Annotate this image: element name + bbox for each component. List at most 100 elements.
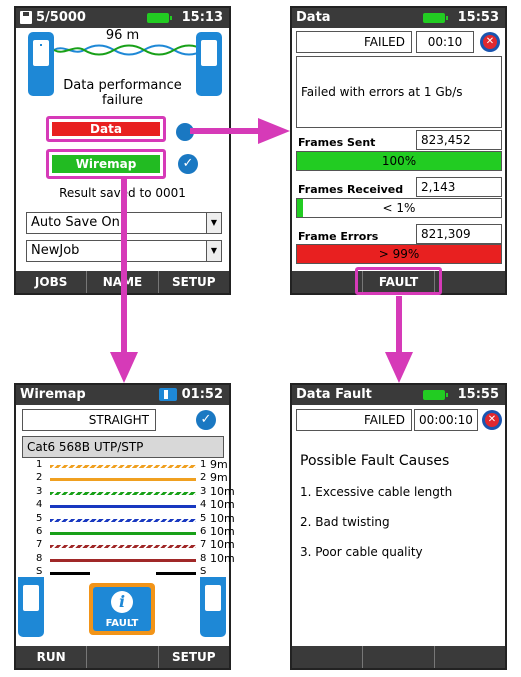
frames-sent-number: 823,452 bbox=[421, 133, 471, 147]
save-icon bbox=[20, 11, 32, 24]
wire-left-pin: 8 bbox=[36, 552, 43, 564]
remote-device-icon bbox=[200, 577, 226, 637]
empty-softkey bbox=[362, 646, 433, 668]
wire-line bbox=[50, 532, 196, 535]
status-text: FAILED bbox=[363, 413, 405, 427]
frames-sent-bar: 100% bbox=[296, 151, 502, 171]
jobs-softkey[interactable]: JOBS bbox=[16, 271, 86, 293]
result-message-line1: Data performance bbox=[63, 78, 182, 93]
battery-icon bbox=[423, 390, 448, 400]
softkey-bar bbox=[292, 646, 505, 668]
wire-left-pin: 3 bbox=[36, 485, 43, 497]
chevron-down-icon: ▼ bbox=[206, 241, 221, 261]
data-button[interactable]: Data bbox=[46, 116, 166, 142]
title-bar: 5/5000 15:13 bbox=[16, 8, 229, 28]
info-icon: i bbox=[111, 591, 133, 613]
frames-sent-value: 823,452 bbox=[416, 130, 502, 150]
wire-left-pin: 4 bbox=[36, 499, 43, 511]
data-fault-content: FAILED 00:00:10 ✕ Possible Fault Causes … bbox=[292, 405, 505, 646]
fault-heading: Possible Fault Causes bbox=[300, 453, 450, 469]
status-field: STRAIGHT bbox=[22, 409, 156, 431]
empty-softkey bbox=[433, 271, 505, 293]
page-title: 5/5000 bbox=[36, 10, 86, 25]
status-field: FAILED bbox=[296, 31, 412, 53]
frames-sent-label: Frames Sent bbox=[298, 136, 376, 149]
timer-text: 00:10 bbox=[427, 35, 463, 49]
autosave-dropdown-value: Auto Save On bbox=[31, 215, 120, 230]
wiremap-content: STRAIGHT ✓ Cat6 568B UTP/STP 1 1 9m 2 2 9m 3 3 1… bbox=[16, 405, 235, 646]
frames-received-value: 2,143 bbox=[416, 177, 502, 197]
check-icon: ✓ bbox=[196, 410, 216, 430]
wire-right-pin: 2 bbox=[200, 472, 207, 484]
clock: 15:13 bbox=[181, 10, 223, 25]
fault-info-button[interactable]: i FAULT bbox=[89, 583, 155, 635]
fault-softkey[interactable]: FAULT bbox=[355, 267, 442, 295]
cause-item: 3. Poor cable quality bbox=[300, 545, 423, 559]
wire-right-pin: S bbox=[200, 566, 207, 578]
data-button-label: Data bbox=[52, 122, 160, 136]
softkey-bar: JOBS NAME SETUP bbox=[16, 271, 229, 293]
wire-left-pin: 6 bbox=[36, 526, 43, 537]
wire-line bbox=[50, 478, 196, 482]
setup-softkey[interactable]: SETUP bbox=[157, 646, 229, 668]
wire-right-pin: 7 bbox=[200, 539, 207, 551]
wire-right-pin: 8 bbox=[200, 552, 207, 564]
frame-errors-bar: > 99% bbox=[296, 244, 502, 264]
wire-right-pin: 4 bbox=[200, 499, 207, 511]
main-unit-icon bbox=[18, 577, 44, 637]
wire-length: 10m bbox=[210, 538, 235, 552]
cable-graphic bbox=[54, 44, 204, 56]
cause-item: 1. Excessive cable length bbox=[300, 485, 453, 499]
fault-label: FAULT bbox=[105, 618, 139, 629]
wire-right-pin: 6 bbox=[200, 526, 207, 537]
page-title: Wiremap bbox=[20, 387, 86, 402]
wire-length: 10m bbox=[210, 525, 235, 538]
battery-icon bbox=[423, 13, 448, 23]
title-bar: Data 15:53 bbox=[292, 8, 505, 28]
cable-type-text: Cat6 568B UTP/STP bbox=[27, 440, 144, 454]
frame-errors-pct: > 99% bbox=[378, 247, 420, 261]
status-text: FAILED bbox=[363, 35, 405, 49]
timer-field: 00:10 bbox=[416, 31, 474, 53]
frames-received-bar: < 1% bbox=[296, 198, 502, 218]
wire-line bbox=[50, 558, 196, 562]
wire-line bbox=[50, 465, 196, 468]
fail-x-icon: ✕ bbox=[482, 410, 502, 430]
frame-errors-value: 821,309 bbox=[416, 224, 502, 244]
wire-line bbox=[50, 545, 196, 549]
fault-highlight bbox=[355, 267, 442, 295]
wire-left-pin: 1 bbox=[36, 459, 43, 470]
frames-received-label: Frames Received bbox=[298, 183, 404, 196]
page-title: Data bbox=[296, 10, 331, 25]
frame-errors-label: Frame Errors bbox=[298, 230, 379, 243]
wire-right-pin: 1 bbox=[200, 459, 207, 470]
info-glyph: i bbox=[118, 592, 126, 611]
wire-line bbox=[50, 518, 196, 522]
run-softkey[interactable]: RUN bbox=[16, 646, 86, 668]
battery-icon bbox=[147, 13, 172, 23]
frames-sent-pct: 100% bbox=[381, 154, 417, 168]
title-bar: Data Fault 15:55 bbox=[292, 385, 505, 405]
data-status-icon bbox=[176, 123, 194, 141]
wire-length: 10m bbox=[210, 551, 235, 565]
setup-softkey[interactable]: SETUP bbox=[157, 271, 229, 293]
message-box: Failed with errors at 1 Gb/s bbox=[296, 56, 502, 128]
wire-right-pin: 3 bbox=[200, 485, 207, 497]
fault-info-inner: i FAULT bbox=[93, 587, 151, 631]
clock: 15:53 bbox=[457, 10, 499, 25]
wire-line bbox=[50, 491, 196, 495]
wire-right-pin: 5 bbox=[200, 512, 207, 524]
message-text: Failed with errors at 1 Gb/s bbox=[301, 85, 463, 99]
data-screen: Data 15:53 FAILED 00:10 ✕ Failed with er… bbox=[290, 6, 507, 295]
data-fault-screen: Data Fault 15:55 FAILED 00:00:10 ✕ Possi… bbox=[290, 383, 507, 670]
wiremap-screen: Wiremap 01:52 STRAIGHT ✓ Cat6 568B UTP/S… bbox=[14, 383, 235, 670]
wiremap-button[interactable]: Wiremap bbox=[46, 149, 166, 179]
softkey-bar: RUN SETUP bbox=[16, 646, 229, 668]
frame-errors-number: 821,309 bbox=[421, 227, 471, 241]
wire-line bbox=[50, 572, 196, 576]
link-icon bbox=[159, 388, 177, 401]
autosave-dropdown[interactable]: Auto Save On ▼ bbox=[26, 212, 222, 234]
name-softkey[interactable]: NAME bbox=[86, 271, 157, 293]
page-title: Data Fault bbox=[296, 387, 372, 402]
job-dropdown[interactable]: NewJob ▼ bbox=[26, 240, 222, 262]
